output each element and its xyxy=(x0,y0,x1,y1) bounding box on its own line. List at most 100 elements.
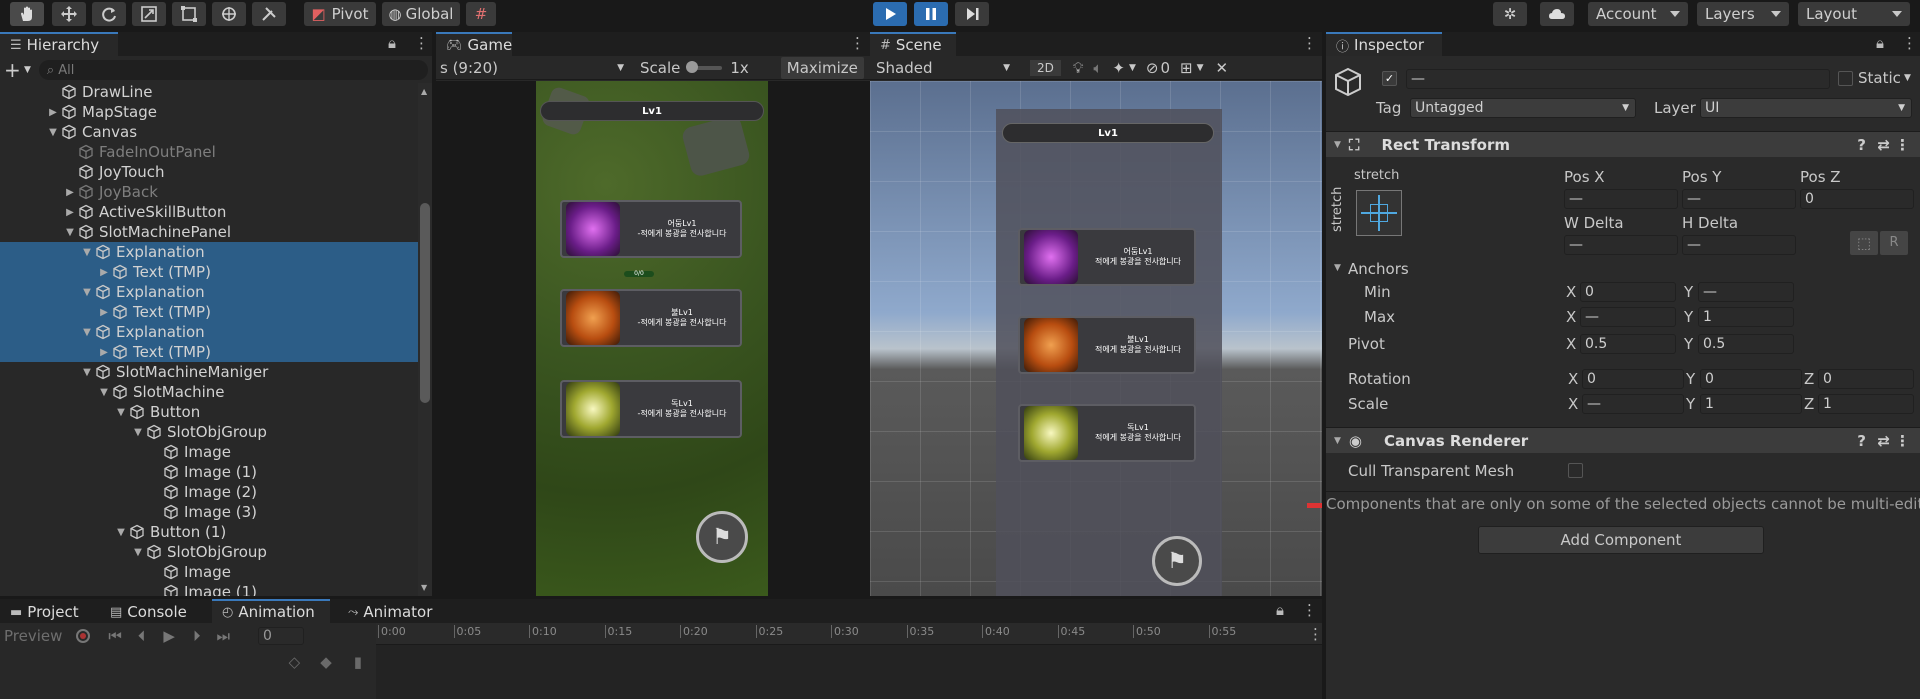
hierarchy-item[interactable]: ▶ Text (TMP) xyxy=(0,262,418,282)
grid-snap-icon[interactable]: # xyxy=(466,2,496,26)
hierarchy-item[interactable]: ▶ Text (TMP) xyxy=(0,342,418,362)
inspector-more-icon[interactable]: ⋮ xyxy=(1902,34,1917,52)
play-button[interactable] xyxy=(873,2,907,26)
component-menu-icon[interactable]: ⋮ xyxy=(1895,136,1910,154)
audio-icon[interactable]: 🔈︎ xyxy=(1093,59,1102,77)
hierarchy-item[interactable]: ▼ SlotMachine xyxy=(0,382,418,402)
raw-edit-button[interactable]: R xyxy=(1880,231,1908,255)
scene-level-bar[interactable]: Lv1 xyxy=(1002,123,1214,143)
expand-arrow-icon[interactable]: ▶ xyxy=(64,187,76,198)
rect-tool-icon[interactable] xyxy=(172,2,206,26)
scale-z-field[interactable]: 1 xyxy=(1818,394,1914,414)
play-animation-button[interactable]: ▶ xyxy=(163,627,175,645)
selection-handle[interactable] xyxy=(1307,503,1322,508)
rot-z-field[interactable]: 0 xyxy=(1818,369,1914,389)
layout-dropdown[interactable]: Layout xyxy=(1798,2,1910,26)
hierarchy-item[interactable]: FadeInOutPanel xyxy=(0,142,418,162)
hierarchy-item[interactable]: DrawLine xyxy=(0,83,418,102)
scale-slider[interactable] xyxy=(686,60,723,73)
hierarchy-item[interactable]: Image (3) xyxy=(0,502,418,522)
account-dropdown[interactable]: Account xyxy=(1588,2,1688,26)
hand-tool-icon[interactable] xyxy=(10,2,44,26)
hierarchy-item[interactable]: ▼ SlotMachinePanel xyxy=(0,222,418,242)
last-key-button[interactable]: ⏭ xyxy=(216,627,230,645)
hierarchy-item[interactable]: ▼ Canvas xyxy=(0,122,418,142)
game-more-menu-icon[interactable]: ⋮ xyxy=(850,34,865,52)
hierarchy-item[interactable]: ▶ JoyBack xyxy=(0,182,418,202)
hierarchy-item[interactable]: ▼ Button xyxy=(0,402,418,422)
expand-arrow-icon[interactable]: ▼ xyxy=(132,427,144,438)
preview-toggle[interactable]: Preview xyxy=(4,627,62,645)
pivot-toggle[interactable]: ◩ Pivot xyxy=(304,2,376,26)
hierarchy-scroll-thumb[interactable] xyxy=(420,203,430,403)
rect-transform-header[interactable]: ▼ ⛶ Rect Transform ? ⇄ ⋮ xyxy=(1326,131,1920,157)
tab-hierarchy[interactable]: ☰ Hierarchy xyxy=(0,32,118,56)
expand-arrow-icon[interactable]: ▼ xyxy=(115,527,127,538)
min-x-field[interactable]: 0 xyxy=(1580,282,1676,302)
scroll-up-icon[interactable]: ▲ xyxy=(421,87,427,96)
tab-scene[interactable]: # Scene xyxy=(870,32,956,56)
scene-skill-card[interactable]: 불Lv1 적에게 봉광을 전사합니다 xyxy=(1018,316,1196,374)
posy-field[interactable]: — xyxy=(1682,189,1796,209)
hierarchy-item[interactable]: ▼ SlotObjGroup xyxy=(0,422,418,442)
more-menu-icon[interactable]: ⋮ xyxy=(414,34,429,52)
skill-card[interactable]: 독Lv1 -적에게 봉광을 전사합니다 xyxy=(560,380,742,438)
hierarchy-item[interactable]: ▼ SlotMachineManiger xyxy=(0,362,418,382)
effects-chevron-icon[interactable]: ▼ xyxy=(1129,63,1136,73)
gizmo-chevron-icon[interactable]: ▼ xyxy=(1197,63,1204,73)
expand-arrow-icon[interactable]: ▼ xyxy=(81,247,93,258)
tab-inspector[interactable]: ⓘ Inspector xyxy=(1326,32,1442,56)
expand-arrow-icon[interactable]: ▶ xyxy=(98,307,110,318)
scale-slider-thumb[interactable] xyxy=(686,60,699,73)
scale-y-field[interactable]: 1 xyxy=(1700,394,1802,414)
component-menu-icon[interactable]: ⋮ xyxy=(1895,432,1910,450)
scroll-down-icon[interactable]: ▼ xyxy=(421,583,427,592)
scene-more-menu-icon[interactable]: ⋮ xyxy=(1302,34,1317,52)
add-keyframe-icon[interactable]: ◆ xyxy=(320,653,332,671)
tag-dropdown[interactable]: Untagged ▼ xyxy=(1410,98,1636,118)
hierarchy-item[interactable]: ▼ SlotObjGroup xyxy=(0,542,418,562)
hierarchy-item[interactable]: ▼ Explanation xyxy=(0,242,418,262)
frame-field[interactable]: 0 xyxy=(258,627,304,645)
static-chevron-icon[interactable]: ▼ xyxy=(1904,73,1911,83)
hierarchy-item[interactable]: Image xyxy=(0,562,418,582)
effects-icon[interactable]: ✦ xyxy=(1112,59,1125,77)
canvas-renderer-header[interactable]: ▼ ◉ Canvas Renderer ? ⇄ ⋮ xyxy=(1326,427,1920,453)
step-button[interactable] xyxy=(955,2,989,26)
min-y-field[interactable]: — xyxy=(1698,282,1794,302)
resolution-dropdown[interactable]: s (9:20) ▼ xyxy=(436,56,632,80)
hierarchy-item[interactable]: Image xyxy=(0,442,418,462)
posx-field[interactable]: — xyxy=(1564,189,1678,209)
animation-lock-icon[interactable]: 🔒︎ xyxy=(1276,601,1284,619)
visibility-icon[interactable]: ⊘ xyxy=(1146,59,1159,77)
skill-card[interactable]: 불Lv1 -적에게 봉광을 전사합니다 xyxy=(560,289,742,347)
expand-arrow-icon[interactable]: ▼ xyxy=(47,127,59,138)
active-skill-button[interactable]: ⚑ xyxy=(696,511,748,563)
cloud-icon[interactable] xyxy=(1540,2,1574,26)
tab-animation[interactable]: ◴ Animation xyxy=(212,599,330,623)
gizmo-grid-icon[interactable]: ⊞ xyxy=(1180,59,1193,77)
help-icon[interactable]: ? xyxy=(1857,432,1866,450)
hierarchy-item[interactable]: ▼ Button (1) xyxy=(0,522,418,542)
animation-more-icon[interactable]: ⋮ xyxy=(1302,601,1317,619)
hierarchy-item[interactable]: Image (2) xyxy=(0,482,418,502)
record-button[interactable] xyxy=(76,629,91,643)
cull-transparent-checkbox[interactable] xyxy=(1568,463,1583,478)
expand-arrow-icon[interactable]: ▼ xyxy=(64,227,76,238)
rot-x-field[interactable]: 0 xyxy=(1582,369,1684,389)
tab-project[interactable]: ▬ Project xyxy=(0,599,96,623)
rot-y-field[interactable]: 0 xyxy=(1700,369,1802,389)
next-key-button[interactable]: ⏵ xyxy=(193,627,201,645)
lighting-icon[interactable]: 💡︎ xyxy=(1073,59,1084,77)
tab-game[interactable]: 🎮︎ Game xyxy=(436,32,512,56)
scale-x-field[interactable]: — xyxy=(1582,394,1684,414)
global-toggle[interactable]: ◍ Global xyxy=(382,2,460,26)
expand-arrow-icon[interactable]: ▼ xyxy=(81,287,93,298)
expand-arrow-icon[interactable]: ▼ xyxy=(115,407,127,418)
max-x-field[interactable]: — xyxy=(1580,307,1676,327)
tab-console[interactable]: ▤ Console xyxy=(100,599,198,623)
expand-arrow-icon[interactable]: ▼ xyxy=(132,547,144,558)
object-name-field[interactable]: — xyxy=(1406,69,1830,89)
expand-arrow-icon[interactable]: ▶ xyxy=(64,207,76,218)
static-checkbox[interactable] xyxy=(1838,71,1853,86)
